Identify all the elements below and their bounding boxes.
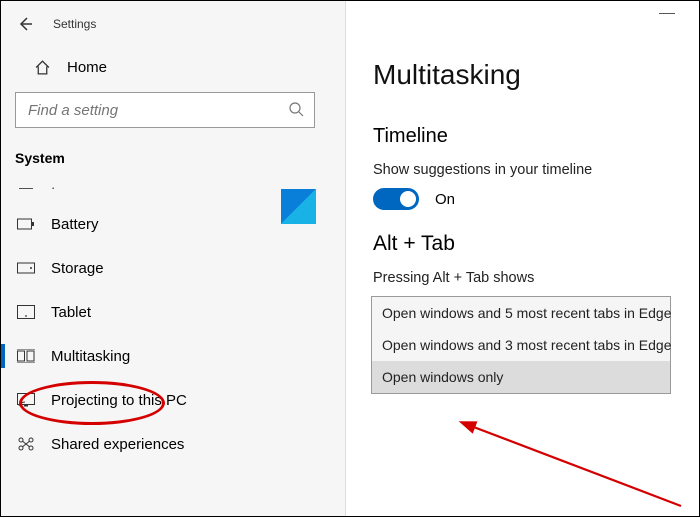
timeline-suggestion-text: Show suggestions in your timeline xyxy=(373,162,675,178)
alttab-option-selected[interactable]: Open windows only xyxy=(372,361,670,393)
search-field[interactable] xyxy=(15,92,315,128)
battery-icon xyxy=(15,218,37,230)
projecting-icon xyxy=(15,393,37,407)
nav-item-multitasking[interactable]: Multitasking xyxy=(15,334,329,378)
nav-label: Tablet xyxy=(51,304,91,321)
timeline-toggle-label: On xyxy=(435,191,455,208)
search-input[interactable] xyxy=(26,101,288,120)
nav-item-projecting[interactable]: Projecting to this PC xyxy=(15,378,329,422)
alttab-dropdown[interactable]: Open windows and 5 most recent tabs in E… xyxy=(371,296,671,394)
nav-label: Multitasking xyxy=(51,348,130,365)
alttab-option[interactable]: Open windows and 5 most recent tabs in E… xyxy=(372,297,670,329)
alttab-heading: Alt + Tab xyxy=(373,232,675,256)
nav-home[interactable]: Home xyxy=(15,59,329,76)
back-button[interactable] xyxy=(15,14,35,34)
nav-home-label: Home xyxy=(67,59,107,76)
nav-label: Battery xyxy=(51,216,99,233)
main-panel: Multitasking Timeline Show suggestions i… xyxy=(347,1,699,516)
timeline-toggle[interactable] xyxy=(373,188,419,210)
window-title: Settings xyxy=(53,17,96,31)
alttab-option[interactable]: Open windows and 3 most recent tabs in E… xyxy=(372,329,670,361)
nav-label: Projecting to this PC xyxy=(51,392,187,409)
settings-sidebar: Settings Home System ― · Battery Stora xyxy=(1,1,346,516)
arrow-left-icon xyxy=(17,16,33,32)
home-icon xyxy=(33,59,51,76)
storage-icon xyxy=(15,262,37,274)
page-title: Multitasking xyxy=(373,59,675,91)
placeholder-icon: ― xyxy=(15,179,37,195)
nav-item-shared-experiences[interactable]: Shared experiences xyxy=(15,422,329,466)
search-icon xyxy=(288,101,304,120)
alttab-caption: Pressing Alt + Tab shows xyxy=(373,270,675,286)
nav-label: Storage xyxy=(51,260,104,277)
tablet-icon xyxy=(15,305,37,319)
timeline-heading: Timeline xyxy=(373,125,675,148)
logo-tile xyxy=(281,189,316,224)
multitasking-icon xyxy=(15,349,37,363)
shared-experiences-icon xyxy=(15,436,37,452)
nav-item-storage[interactable]: Storage xyxy=(15,246,329,290)
nav-item-tablet[interactable]: Tablet xyxy=(15,290,329,334)
nav-label: Shared experiences xyxy=(51,436,184,453)
section-heading-system: System xyxy=(15,150,329,166)
minimize-button[interactable] xyxy=(659,13,675,14)
